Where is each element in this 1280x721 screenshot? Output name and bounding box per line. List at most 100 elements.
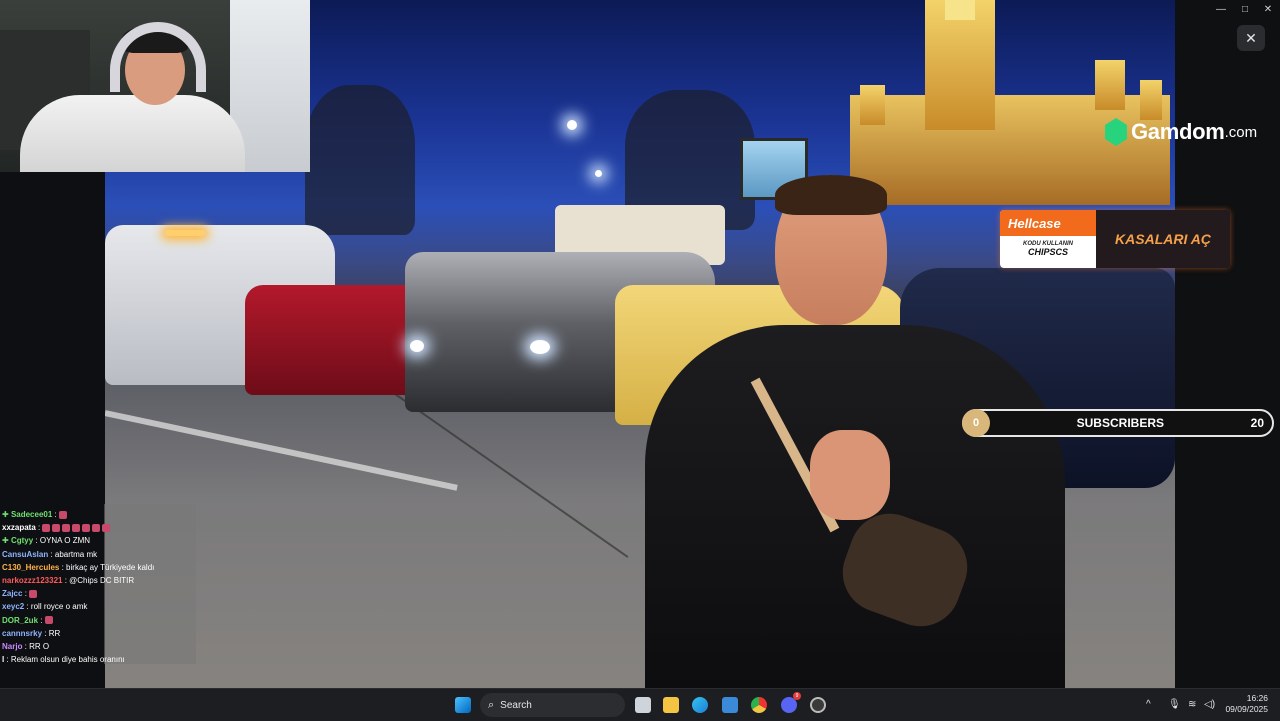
chat-username[interactable]: xeyc2 [2, 602, 24, 611]
headlight [410, 340, 424, 352]
chat-overlay: ✚ Sadecee01 : xxzapata : ✚ Cgtyy : OYNA … [0, 508, 200, 666]
mod-badge-icon: ✚ [2, 510, 11, 519]
subscriber-label: SUBSCRIBERS [1076, 416, 1164, 430]
headlight [530, 340, 550, 354]
store-icon[interactable] [722, 697, 738, 713]
chat-text: @Chips DC BITIR [69, 575, 135, 585]
chrome-icon[interactable] [751, 697, 767, 713]
chat-message: ✚ Sadecee01 : [0, 508, 200, 521]
emote-icon [29, 590, 38, 599]
chat-separator: : [42, 628, 49, 638]
chat-message: C130_Hercules : birkaç ay Türkiyede kald… [0, 561, 200, 574]
close-window-button[interactable]: ✕ [1260, 4, 1276, 15]
emote-icon [44, 616, 53, 625]
emote-icon [62, 524, 71, 533]
chat-username[interactable]: Sadecee01 [11, 510, 52, 519]
file-explorer-icon[interactable] [663, 697, 679, 713]
hoodie [20, 95, 245, 172]
right-dark-pane [1175, 0, 1280, 688]
tower-spire [945, 0, 975, 20]
chat-separator: : [24, 602, 31, 612]
taskbar-search[interactable]: ⌕ Search [480, 693, 625, 717]
search-icon: ⌕ [488, 698, 495, 711]
chat-separator: : [35, 523, 43, 533]
chat-separator: : [22, 589, 30, 599]
chat-text: OYNA O ZMN [39, 536, 91, 546]
chat-username[interactable]: Narjo [2, 642, 22, 651]
discord-badge: 9 [793, 692, 801, 700]
edge-icon[interactable] [692, 697, 708, 713]
street-light [567, 120, 577, 130]
clock-time: 16:26 [1246, 693, 1268, 703]
chat-separator: : [52, 510, 59, 519]
tower [1095, 60, 1125, 110]
webcam-overlay [0, 0, 310, 172]
chat-message: DOR_2uk : [0, 614, 200, 627]
hellcase-code: CHIPSCS [1027, 247, 1068, 257]
chat-text: abartma mk [54, 549, 98, 559]
gamdom-logo: Gamdom .com [1105, 118, 1257, 146]
microphone-icon[interactable]: 🎙 [1168, 699, 1181, 710]
emote-icon [58, 510, 67, 519]
gamdom-gem-icon [1105, 118, 1127, 146]
obs-icon[interactable] [810, 697, 826, 713]
chat-text: roll royce o amk [30, 602, 88, 612]
chat-message: CansuAslan : abartma mk [0, 548, 200, 561]
chat-username[interactable]: Cgtyy [11, 536, 33, 545]
chat-message: ✚ Cgtyy : OYNA O ZMN [0, 534, 200, 547]
chat-message: narkozzz123321 : @Chips DC BITIR [0, 574, 200, 587]
chat-message: Zajcc : [0, 587, 200, 600]
chat-text: birkaç ay Türkiyede kaldı [66, 562, 155, 572]
hellcase-cta: KASALARI AÇ [1096, 210, 1230, 268]
chat-separator: : [33, 536, 40, 546]
subscriber-goal: 20 [1250, 416, 1264, 430]
hair [775, 175, 887, 215]
task-view-icon[interactable] [635, 697, 651, 713]
chat-username[interactable]: narkozzz123321 [2, 576, 62, 585]
chat-separator: : [38, 615, 45, 625]
hellcase-brand: Hellcase [1000, 210, 1096, 236]
chat-username[interactable]: C130_Hercules [2, 563, 59, 572]
tree [305, 85, 415, 235]
chat-username[interactable]: CansuAslan [2, 550, 48, 559]
chat-username[interactable]: cannnsrky [2, 629, 42, 638]
subscriber-goal-bar: 0 SUBSCRIBERS 20 [962, 409, 1274, 437]
gamdom-brand: Gamdom [1131, 119, 1225, 144]
minimize-button[interactable]: — [1213, 4, 1229, 15]
search-label: Search [500, 699, 532, 711]
hellcase-banner: Hellcase KODU KULLANIN CHIPSCS KASALARI … [1000, 210, 1230, 268]
hand [810, 430, 890, 520]
tower [860, 85, 885, 125]
volume-icon[interactable]: ◁) [1204, 699, 1215, 710]
emote-icon [92, 524, 101, 533]
chat-username[interactable]: Zajcc [2, 589, 22, 598]
subscriber-count: 0 [962, 409, 990, 437]
chat-text: Reklam olsun diye bahis oranını [10, 655, 125, 665]
taskbar-clock[interactable]: 16:26 09/09/2025 [1222, 693, 1268, 715]
emote-icon [82, 524, 91, 533]
chat-text: RR [48, 628, 61, 638]
chat-message: xxzapata : [0, 521, 200, 534]
overlay-close-button[interactable]: ✕ [1237, 25, 1265, 51]
chat-message: cannnsrky : RR [0, 627, 200, 640]
chevron-up-icon[interactable]: ^ [1146, 699, 1151, 710]
windows-start-icon[interactable] [455, 697, 471, 713]
tower [1140, 80, 1162, 120]
hellcase-promo: Hellcase KODU KULLANIN CHIPSCS [1000, 210, 1096, 268]
emote-icon [72, 524, 81, 533]
maximize-button[interactable]: □ [1237, 4, 1253, 15]
chat-message: l : Reklam olsun diye bahis oranını [0, 653, 200, 666]
emote-icon [52, 524, 61, 533]
emote-icon [102, 524, 111, 533]
wifi-icon[interactable]: ≋ [1188, 699, 1196, 710]
chat-username[interactable]: DOR_2uk [2, 616, 38, 625]
chat-separator: : [48, 549, 55, 559]
truck-light [165, 230, 205, 236]
taskbar: ⌕ Search 9 ^ 🎙 ≋ ◁) 16:26 09/09/2025 [0, 688, 1280, 721]
chat-username[interactable]: xxzapata [2, 523, 36, 532]
chat-text: RR O [29, 641, 50, 651]
clock-date: 09/09/2025 [1225, 704, 1268, 714]
gamdom-tld: .com [1224, 123, 1258, 141]
emote-icon [42, 524, 51, 533]
chat-separator: : [4, 655, 11, 665]
